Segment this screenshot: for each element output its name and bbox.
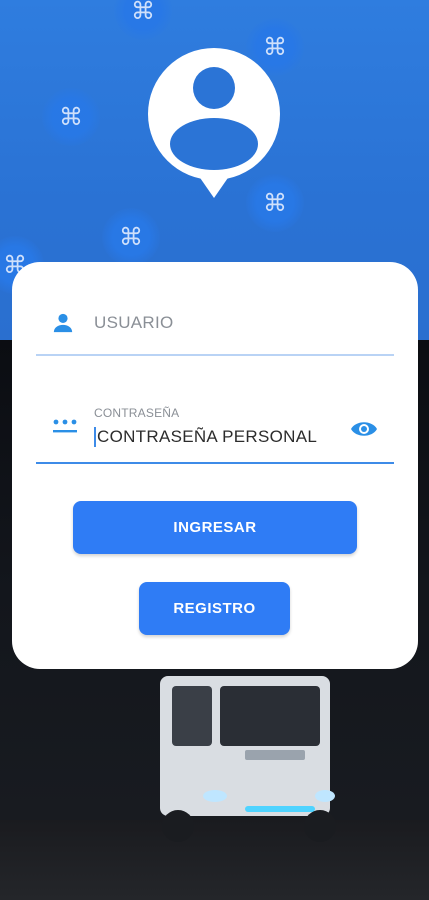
register-button[interactable]: REGISTRO (139, 582, 290, 635)
person-icon (53, 313, 73, 333)
login-button[interactable]: INGRESAR (73, 501, 357, 554)
password-field[interactable]: CONTRASEÑA CONTRASEÑA PERSONAL (36, 392, 394, 464)
login-card: USUARIO CONTRASEÑA CONTRASEÑA PERSONAL I… (12, 262, 418, 669)
password-label: CONTRASEÑA (94, 406, 180, 420)
command-icon: ⌘ (114, 0, 172, 40)
username-placeholder: USUARIO (94, 313, 174, 332)
password-dots-icon (53, 419, 77, 433)
command-icon: ⌘ (42, 88, 100, 146)
command-icon: ⌘ (102, 208, 160, 266)
username-field[interactable]: USUARIO (36, 296, 394, 356)
user-avatar-pin-icon (148, 48, 280, 198)
eye-icon[interactable] (350, 419, 378, 439)
truck-image (160, 676, 336, 842)
password-input[interactable]: CONTRASEÑA PERSONAL (94, 427, 317, 447)
